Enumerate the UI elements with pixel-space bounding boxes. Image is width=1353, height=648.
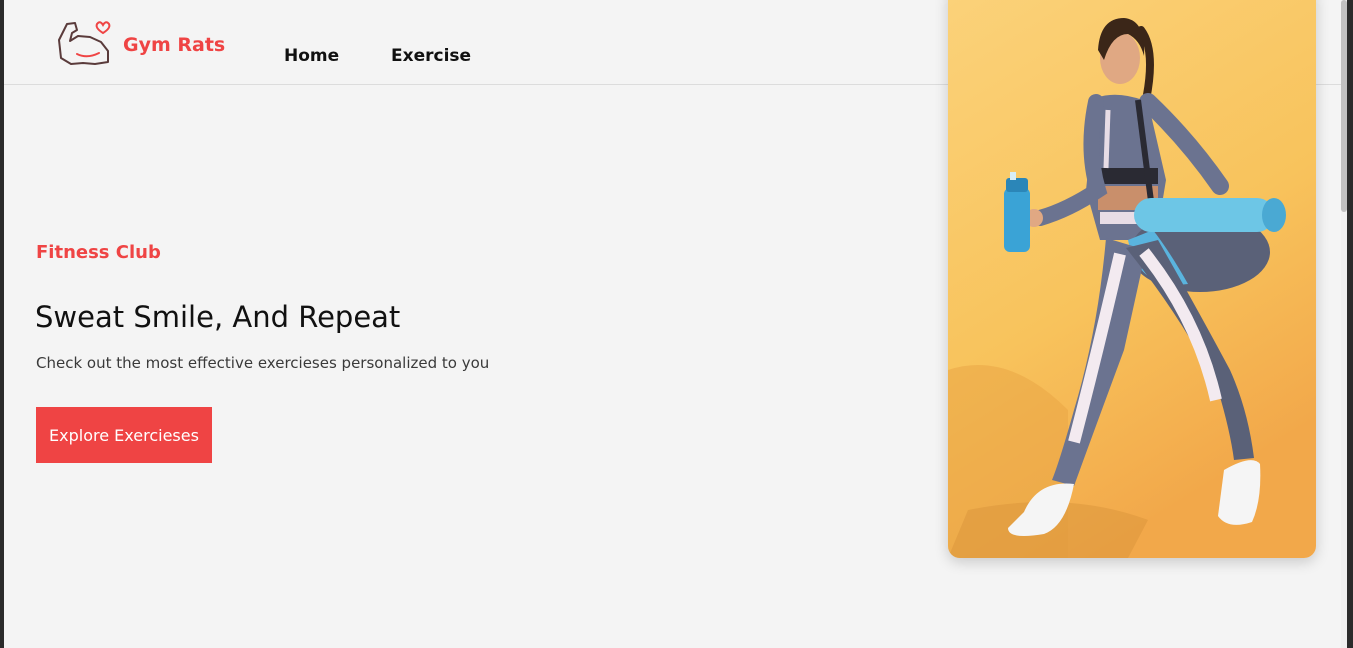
explore-exercises-button[interactable]: Explore Exercieses xyxy=(36,407,212,463)
brand-name: Gym Rats xyxy=(123,34,226,56)
vertical-scrollbar[interactable] xyxy=(1341,0,1347,648)
hero-description: Check out the most effective exercieses … xyxy=(36,354,490,372)
hero-subtitle: Fitness Club xyxy=(36,242,161,263)
hero-title: Sweat Smile, And Repeat xyxy=(35,300,401,334)
scrollbar-thumb[interactable] xyxy=(1341,0,1347,212)
flexed-arm-icon xyxy=(58,21,111,65)
hero-banner-image xyxy=(948,0,1316,558)
logo[interactable]: Gym Rats xyxy=(55,18,225,68)
woman-with-gym-bag-illustration xyxy=(948,0,1316,558)
nav-exercise-link[interactable]: Exercise xyxy=(391,46,471,66)
page-viewport: Gym Rats Home Exercise Fitness Club Swea… xyxy=(4,0,1347,648)
nav-home-link[interactable]: Home xyxy=(284,46,339,66)
